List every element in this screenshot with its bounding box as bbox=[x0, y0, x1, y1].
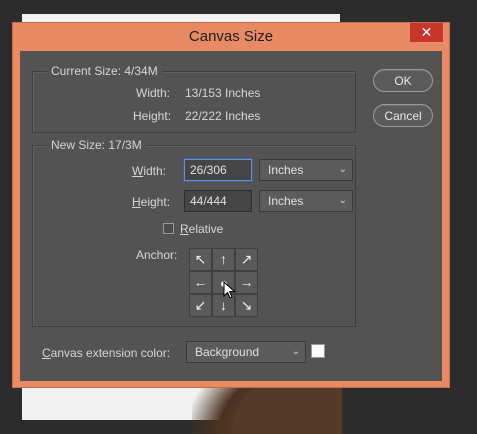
ok-button[interactable]: OK bbox=[373, 69, 433, 92]
anchor-right[interactable]: → bbox=[235, 271, 258, 294]
current-size-group: Current Size: 4/34M Width: 13/153 Inches… bbox=[32, 64, 356, 133]
canvas-extension-color-select[interactable]: Background ⌄ bbox=[186, 341, 306, 363]
arrow-down-right-icon: ↘ bbox=[240, 297, 253, 313]
arrow-up-left-icon: ↖ bbox=[194, 251, 207, 267]
current-height-value: 22/222 Inches bbox=[185, 109, 261, 123]
canvas-extension-color-swatch[interactable] bbox=[311, 344, 325, 358]
current-height-label: Height: bbox=[133, 109, 172, 123]
close-icon: ✕ bbox=[420, 24, 433, 40]
anchor-bottom-right[interactable]: ↘ bbox=[235, 294, 258, 317]
dialog-title: Canvas Size bbox=[188, 28, 274, 45]
current-width-value: 13/153 Inches bbox=[185, 86, 261, 100]
new-size-legend: New Size: 17/3M bbox=[47, 138, 146, 152]
current-width-label: Width: bbox=[136, 86, 171, 100]
arrow-down-left-icon: ↙ bbox=[194, 297, 207, 313]
chevron-down-icon: ⌄ bbox=[291, 346, 300, 357]
anchor-top-right[interactable]: ↗ bbox=[235, 248, 258, 271]
dialog-body: Current Size: 4/34M Width: 13/153 Inches… bbox=[20, 51, 442, 381]
arrow-cursor-icon bbox=[223, 281, 236, 299]
canvas-size-dialog: Canvas Size ✕ Current Size: 4/34M Width:… bbox=[12, 22, 450, 388]
arrow-up-right-icon: ↗ bbox=[240, 251, 253, 267]
chevron-down-icon: ⌄ bbox=[338, 164, 347, 175]
cancel-button[interactable]: Cancel bbox=[373, 104, 433, 127]
new-height-label: Height: bbox=[132, 195, 171, 209]
arrow-right-icon: → bbox=[239, 274, 254, 290]
width-unit-select[interactable]: Inches ⌄ bbox=[259, 159, 353, 181]
new-width-label: Width: bbox=[132, 164, 167, 178]
anchor-label: Anchor: bbox=[136, 248, 178, 262]
anchor-top-left[interactable]: ↖ bbox=[189, 248, 212, 271]
height-unit-select[interactable]: Inches ⌄ bbox=[259, 190, 353, 212]
height-input[interactable]: 44/444 bbox=[184, 190, 252, 212]
width-input[interactable]: 26/306 bbox=[184, 159, 252, 181]
chevron-down-icon: ⌄ bbox=[338, 195, 347, 206]
anchor-top[interactable]: ↑ bbox=[212, 248, 235, 271]
arrow-left-icon: ← bbox=[193, 274, 208, 290]
canvas-extension-color-label: Canvas extension color: bbox=[42, 346, 171, 360]
relative-checkbox[interactable] bbox=[163, 223, 174, 234]
current-size-legend: Current Size: 4/34M bbox=[47, 64, 162, 78]
anchor-bottom-left[interactable]: ↙ bbox=[189, 294, 212, 317]
anchor-left[interactable]: ← bbox=[189, 271, 212, 294]
close-button[interactable]: ✕ bbox=[410, 23, 443, 42]
relative-label[interactable]: Relative bbox=[180, 222, 223, 236]
arrow-up-icon: ↑ bbox=[220, 251, 227, 267]
